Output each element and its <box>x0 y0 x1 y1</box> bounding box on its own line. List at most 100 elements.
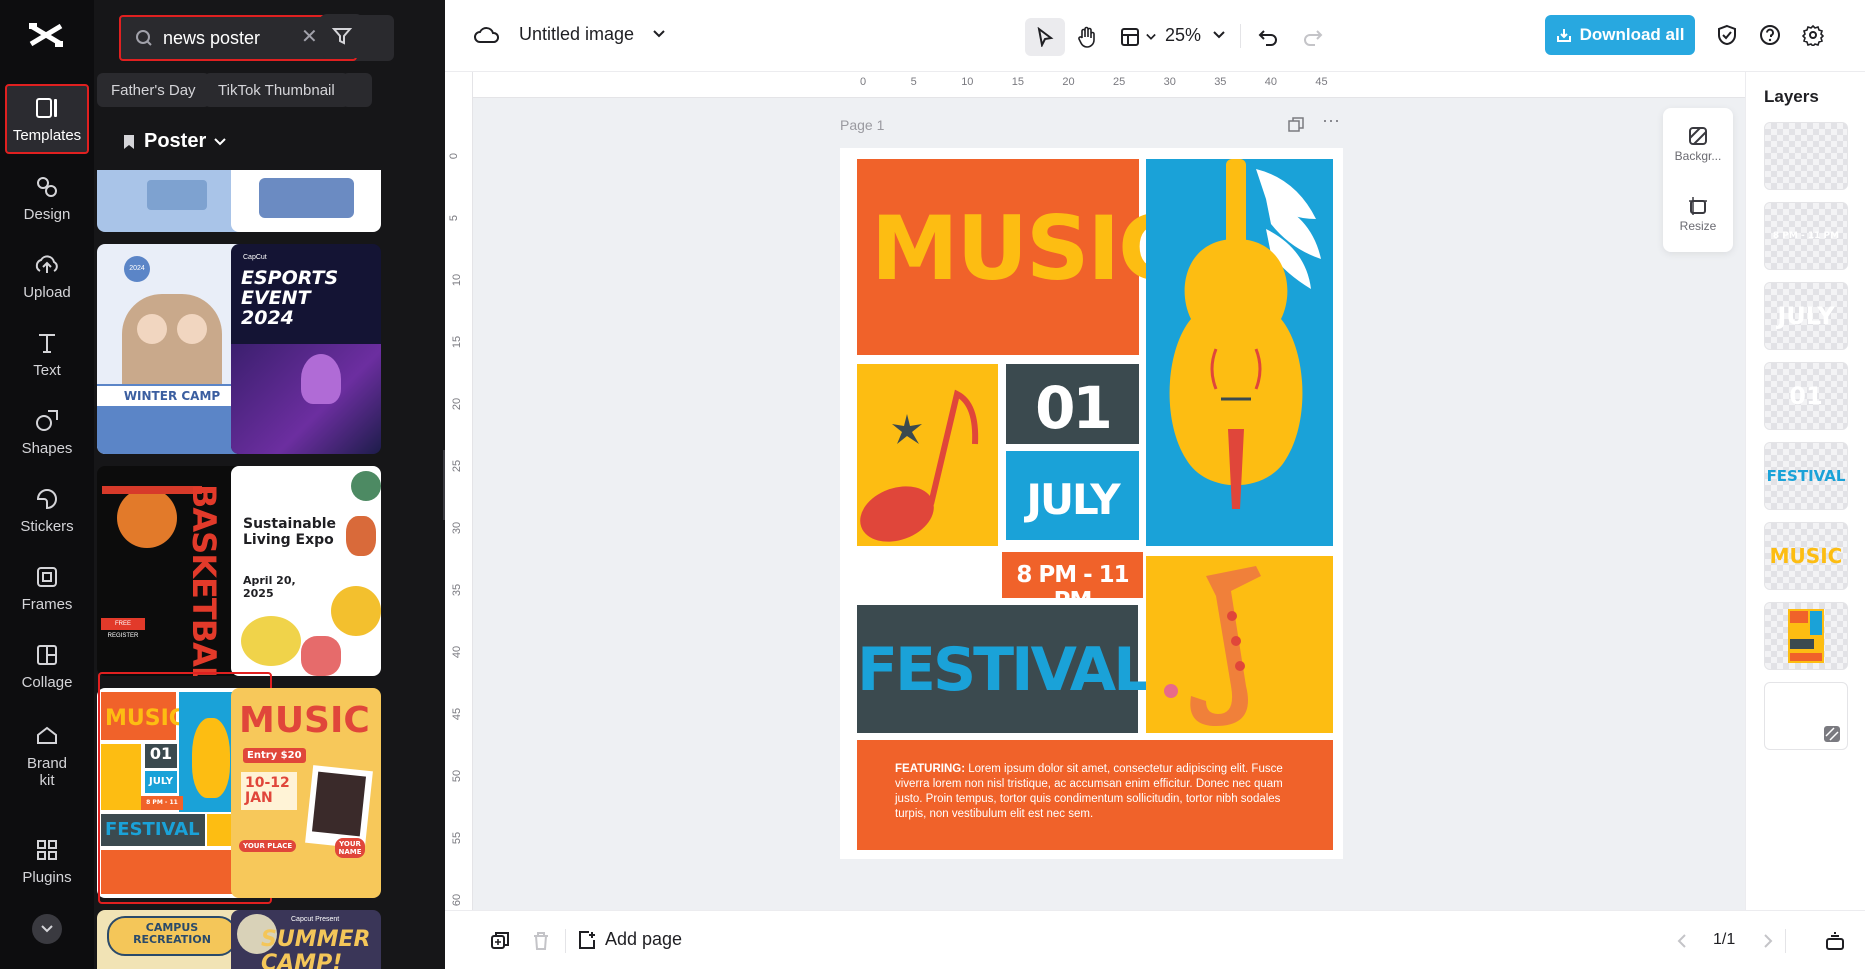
cloud-save-icon[interactable] <box>474 24 500 46</box>
resize-tool[interactable]: Resize <box>1663 196 1733 233</box>
settings-icon[interactable] <box>1802 24 1824 46</box>
template-thumb-campus[interactable]: CAMPUS RECREATION <box>97 910 247 969</box>
festival-block[interactable]: FESTIVAL <box>857 605 1151 733</box>
rail-item-brand-kit[interactable]: Brand kit <box>5 716 89 796</box>
section-title: Poster <box>144 130 207 152</box>
poster-page[interactable]: MUSIC 01 JULY 8 PM - 11 PM FESTIVAL FEAT… <box>840 148 1343 859</box>
layer-item[interactable] <box>1764 602 1848 670</box>
rail-item-frames[interactable]: Frames <box>5 553 89 623</box>
upload-icon <box>35 254 58 273</box>
template-thumb-summer-camp[interactable]: Capcut Present SUMMER CAMP! <box>231 910 381 969</box>
background-icon <box>1824 726 1840 742</box>
rail-item-label: Collage <box>21 673 73 691</box>
thumb-date: 2024 <box>124 256 150 282</box>
rail-collapse-button[interactable] <box>32 914 62 944</box>
chevron-down-icon <box>214 137 226 145</box>
layer-label: 8 PM - 11 PM <box>1772 231 1840 241</box>
template-thumb-partial-1[interactable] <box>97 170 247 232</box>
capcut-logo-icon[interactable] <box>27 20 65 50</box>
layer-item[interactable]: JULY <box>1764 282 1848 350</box>
filter-button[interactable] <box>320 14 364 58</box>
chip-tiktok-thumbnail[interactable]: TikTok Thumbnail <box>204 73 349 107</box>
time-block[interactable]: 8 PM - 11 PM <box>1002 552 1143 614</box>
hand-tool-button[interactable] <box>1067 18 1107 56</box>
layer-item[interactable]: FESTIVAL <box>1764 442 1848 510</box>
resize-label: Resize <box>1679 219 1717 233</box>
layer-item[interactable] <box>1764 682 1848 750</box>
add-page-icon <box>579 930 595 949</box>
rail-item-plugins[interactable]: Plugins <box>5 826 89 896</box>
page-more-options-icon[interactable]: ··· <box>1322 110 1340 131</box>
rail-item-upload[interactable]: Upload <box>5 241 89 311</box>
rail-item-templates[interactable]: Templates <box>5 84 89 154</box>
hand-icon <box>1078 26 1095 48</box>
template-thumb-winter-camp[interactable]: WINTER CAMP 2024 <box>97 244 247 454</box>
shield-icon[interactable] <box>1717 24 1737 46</box>
clear-search-icon[interactable]: ✕ <box>301 24 318 49</box>
layout-tool-button[interactable] <box>1113 18 1163 56</box>
poster-festival: FESTIVAL <box>857 635 1151 705</box>
ruler-tick-label: 35 <box>1214 76 1227 88</box>
ruler-tick-label: 25 <box>1113 76 1126 88</box>
thumb-title: WINTER CAMP <box>97 386 247 406</box>
bottom-bar: Add page 1/1 <box>445 910 1865 969</box>
ruler-tick-label: 45 <box>1315 76 1328 88</box>
layer-label: MUSIC <box>1769 544 1843 568</box>
floating-tools: Backgr... Resize <box>1663 108 1733 252</box>
rail-item-stickers[interactable]: Stickers <box>5 475 89 545</box>
saxophone-block[interactable] <box>1146 556 1333 733</box>
template-thumb-partial-2[interactable] <box>231 170 381 232</box>
rail-item-collage[interactable]: Collage <box>5 631 89 701</box>
layer-item[interactable]: 01 <box>1764 362 1848 430</box>
section-header-poster[interactable]: Poster <box>122 130 226 153</box>
month-block[interactable]: JULY <box>1006 451 1139 540</box>
thumb-title: ESPORTS EVENT 2024 <box>241 267 339 329</box>
duplicate-page-icon[interactable] <box>1288 117 1304 133</box>
chevron-right-icon[interactable] <box>1763 933 1773 949</box>
rail-item-design[interactable]: Design <box>5 163 89 233</box>
template-thumb-basketball[interactable]: BASKETBALL FREE REGISTER <box>97 466 247 676</box>
chip-fathers-day[interactable]: Father's Day <box>97 73 210 107</box>
undo-button[interactable] <box>1250 18 1286 56</box>
pointer-icon <box>1037 27 1054 47</box>
featuring-block[interactable]: FEATURING: Lorem ipsum dolor sit amet, c… <box>857 740 1333 850</box>
chevron-down-icon[interactable] <box>1213 31 1225 39</box>
chevron-down-icon[interactable] <box>653 30 665 38</box>
rail-item-text[interactable]: Text <box>5 319 89 389</box>
rail-item-shapes[interactable]: Shapes <box>5 397 89 467</box>
ruler-tick-label: 60 <box>451 893 464 907</box>
collapse-panel-icon[interactable] <box>1825 931 1845 951</box>
resize-icon <box>1689 197 1707 215</box>
collage-icon <box>37 644 57 665</box>
add-page-button[interactable]: Add page <box>577 929 682 950</box>
chip-more[interactable] <box>342 73 372 107</box>
music-note-illustration <box>860 389 979 542</box>
background-tool[interactable]: Backgr... <box>1663 126 1733 163</box>
day-block[interactable]: 01 <box>1006 364 1139 444</box>
music-block[interactable]: MUSIC <box>857 159 1183 355</box>
trash-icon[interactable] <box>532 931 550 951</box>
help-icon[interactable] <box>1759 24 1781 46</box>
template-thumb-music-event[interactable]: MUSIC Entry $20 10-12 JAN YOUR PLACE YOU… <box>231 688 381 898</box>
redo-button[interactable] <box>1295 18 1331 56</box>
layer-item[interactable] <box>1764 122 1848 190</box>
rail-item-label: Text <box>33 361 61 379</box>
document-title[interactable]: Untitled image <box>519 24 634 45</box>
download-all-button[interactable]: Download all <box>1545 15 1695 55</box>
divider <box>1785 929 1786 953</box>
left-rail: Templates Design Upload Text Shapes Stic… <box>0 0 94 969</box>
chevron-left-icon[interactable] <box>1677 933 1687 949</box>
layer-item[interactable]: 8 PM - 11 PM <box>1764 202 1848 270</box>
zoom-level[interactable]: 25% <box>1165 25 1201 46</box>
template-thumb-expo[interactable]: Sustainable Living Expo April 20, 2025 <box>231 466 381 676</box>
template-thumb-esports[interactable]: CapCut ESPORTS EVENT 2024 <box>231 244 381 454</box>
violin-block[interactable] <box>1146 159 1333 546</box>
layer-item[interactable]: MUSIC <box>1764 522 1848 590</box>
ruler-tick-label: 45 <box>451 707 464 721</box>
duplicate-icon[interactable] <box>490 931 510 951</box>
chevron-down-icon <box>41 925 53 933</box>
note-block[interactable] <box>857 364 998 546</box>
ruler-tick-label: 30 <box>1163 76 1176 88</box>
rail-item-label: Plugins <box>22 868 72 886</box>
select-tool-button[interactable] <box>1025 18 1065 56</box>
